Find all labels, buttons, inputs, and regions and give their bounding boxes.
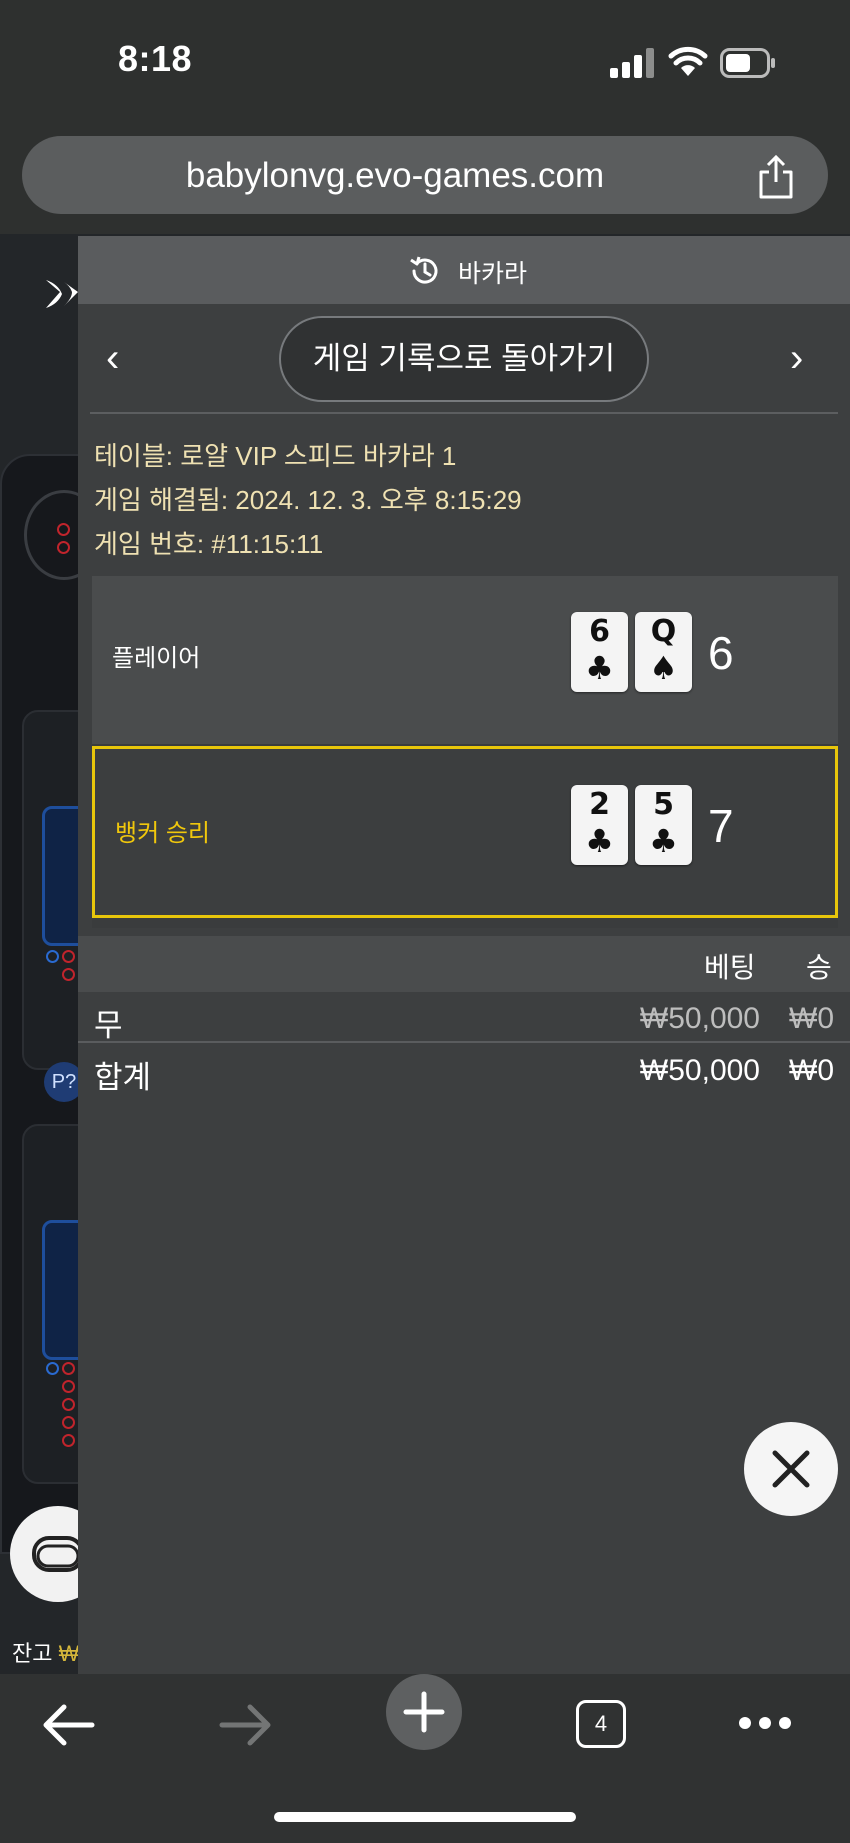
forward-arrow-icon[interactable] <box>218 1700 274 1750</box>
background-road-dot <box>62 1416 75 1429</box>
bet-stake: ₩50,000 <box>639 1002 760 1035</box>
more-options-icon[interactable] <box>738 1716 792 1730</box>
table-info: 테이블: 로얄 VIP 스피드 바카라 1 <box>94 441 457 471</box>
cellular-signal-icon <box>610 48 656 78</box>
win-column-header: 승 <box>806 952 832 983</box>
player-label: 플레이어 <box>112 645 201 672</box>
card-rank: Q <box>650 614 677 649</box>
banker-score: 7 <box>708 800 734 852</box>
close-icon <box>772 1450 810 1488</box>
banker-hand-row: 뱅커 승리 2 ♣ 5 ♣ 7 <box>92 746 838 918</box>
player-score: 6 <box>708 627 734 679</box>
history-header: 바카라 <box>78 236 850 304</box>
plus-icon <box>403 1691 445 1733</box>
game-history-panel: 바카라 ‹ 게임 기록으로 돌아가기 › 테이블: 로얄 VIP 스피드 바카라… <box>78 236 850 1674</box>
playing-card: 2 ♣ <box>571 785 628 865</box>
divider <box>78 1041 850 1043</box>
divider <box>90 412 838 414</box>
history-icon <box>410 256 438 284</box>
screen: 8:18 babylonvg.evo-games.com P? 잔고 ₩ 바카라… <box>0 0 850 1843</box>
background-balance: 잔고 ₩ <box>12 1636 79 1668</box>
close-button[interactable] <box>744 1422 838 1516</box>
bets-table-header: 베팅 승 <box>78 936 850 992</box>
background-road-dot <box>62 1362 75 1375</box>
tab-switcher-button[interactable]: 4 <box>576 1700 626 1748</box>
background-road-dot <box>62 950 75 963</box>
playing-card: Q ♠ <box>635 612 692 692</box>
bet-row-total: 합계 ₩50,000 ₩0 <box>78 1046 850 1096</box>
wifi-icon <box>668 46 708 76</box>
game-number-info: 게임 번호: #11:15:11 <box>94 529 324 559</box>
round-result: 플레이어 6 ♣ Q ♠ 6 뱅커 승리 2 ♣ 5 ♣ 7 <box>92 576 838 928</box>
card-suit-icon: ♣ <box>585 822 614 860</box>
url-text: babylonvg.evo-games.com <box>185 156 605 195</box>
card-rank: 6 <box>589 614 610 649</box>
playing-card: 5 ♣ <box>635 785 692 865</box>
previous-game-chevron-icon[interactable]: ‹ <box>106 328 136 388</box>
home-indicator <box>274 1812 576 1822</box>
background-road-dot <box>62 1434 75 1447</box>
background-road-dot <box>46 950 59 963</box>
bet-payout: ₩0 <box>789 1002 834 1035</box>
card-suit-icon: ♣ <box>649 822 678 860</box>
battery-icon <box>720 48 775 78</box>
total-payout: ₩0 <box>789 1054 834 1087</box>
background-road-dot <box>62 968 75 981</box>
status-bar: 8:18 <box>0 0 850 120</box>
playing-card: 6 ♣ <box>571 612 628 692</box>
resolved-time-info: 게임 해결됨: 2024. 12. 3. 오후 8:15:29 <box>94 485 522 515</box>
bet-name: 무 <box>94 1008 123 1043</box>
background-road-dot <box>62 1398 75 1411</box>
card-rank: 5 <box>653 787 674 822</box>
bet-column-header: 베팅 <box>704 952 756 983</box>
card-suit-icon: ♣ <box>585 649 614 687</box>
back-arrow-icon[interactable] <box>40 1700 96 1750</box>
card-rank: 2 <box>589 787 610 822</box>
status-time: 8:18 <box>118 38 193 79</box>
balance-label: 잔고 <box>12 1641 53 1666</box>
new-tab-button[interactable] <box>386 1674 462 1750</box>
card-suit-icon: ♠ <box>649 649 678 687</box>
total-label: 합계 <box>94 1060 152 1095</box>
total-stake: ₩50,000 <box>639 1054 760 1087</box>
banker-win-label: 뱅커 승리 <box>115 820 210 847</box>
bet-row-tie: 무 ₩50,000 ₩0 <box>78 994 850 1044</box>
next-game-chevron-icon[interactable]: › <box>790 328 820 388</box>
player-hand-row: 플레이어 6 ♣ Q ♠ 6 <box>92 576 838 744</box>
history-title: 바카라 <box>458 260 528 288</box>
background-road-dot <box>46 1362 59 1375</box>
balance-value: ₩ <box>58 1641 80 1666</box>
address-bar[interactable]: babylonvg.evo-games.com <box>22 136 828 214</box>
share-icon[interactable] <box>756 154 796 200</box>
back-to-history-button[interactable]: 게임 기록으로 돌아가기 <box>279 316 649 402</box>
background-road-dot <box>62 1380 75 1393</box>
